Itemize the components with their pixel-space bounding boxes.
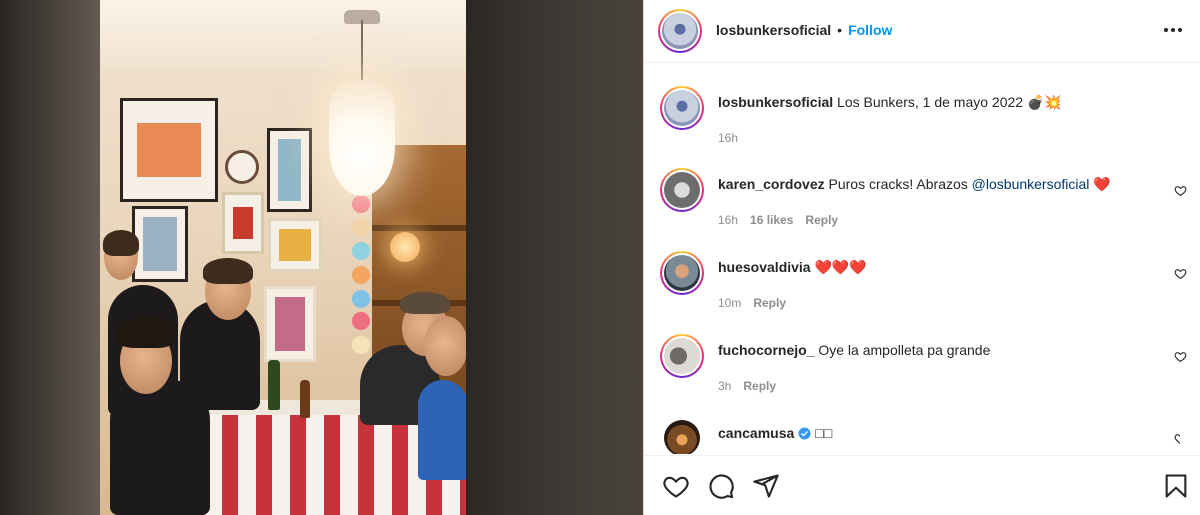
author-avatar[interactable] — [658, 9, 702, 53]
ceiling — [100, 0, 468, 70]
post-header: losbunkersoficial • Follow — [644, 0, 1200, 63]
wall-clock — [225, 150, 259, 184]
caption-time[interactable]: 16h — [718, 131, 738, 145]
doorframe-left — [0, 0, 110, 515]
comment-emoji: ❤️ — [1093, 176, 1111, 192]
comment-avatar[interactable] — [664, 420, 700, 454]
reply-button[interactable]: Reply — [805, 213, 838, 227]
heart-icon[interactable] — [1174, 267, 1187, 280]
post-caption: losbunkersoficial Los Bunkers, 1 de mayo… — [660, 86, 1180, 146]
heart-icon[interactable] — [1174, 432, 1180, 445]
action-bar — [644, 455, 1200, 515]
wine-bottle — [268, 360, 280, 410]
post-photo[interactable] — [0, 0, 643, 515]
wall-frame — [222, 192, 264, 254]
wall-frame — [120, 98, 218, 202]
person-hair — [400, 292, 450, 314]
person — [110, 380, 210, 515]
reply-button[interactable]: Reply — [743, 379, 776, 393]
shelf-board — [372, 225, 466, 231]
person-hair — [103, 230, 139, 256]
comment-item: fuchocornejo_ Oye la ampolleta pa grande… — [660, 334, 1187, 396]
comment-text: Puros cracks! Abrazos — [828, 176, 968, 192]
follow-button[interactable]: Follow — [848, 22, 892, 38]
heart-icon[interactable] — [1174, 350, 1187, 363]
caption-avatar[interactable] — [660, 86, 704, 130]
string-light — [352, 218, 370, 236]
lamp — [390, 232, 420, 262]
string-light — [352, 266, 370, 284]
giant-lightbulb — [329, 80, 395, 196]
comment-time[interactable]: 10m — [718, 296, 741, 310]
comment-likes[interactable]: 16 likes — [750, 213, 793, 227]
share-icon[interactable] — [752, 472, 780, 500]
comment-avatar[interactable] — [660, 168, 704, 212]
comment-avatar[interactable] — [660, 251, 704, 295]
string-light — [352, 195, 370, 213]
comment-username[interactable]: fuchocornejo_ — [718, 342, 814, 358]
bulb-cord — [361, 20, 363, 85]
comment-time[interactable]: 16h — [718, 213, 738, 227]
bookmark-icon[interactable] — [1162, 472, 1190, 500]
comment-username[interactable]: huesovaldivia — [718, 259, 811, 275]
wall-frame — [264, 286, 316, 362]
separator-dot: • — [837, 22, 843, 38]
post-side-panel: losbunkersoficial • Follow losbunkersofi… — [643, 0, 1200, 515]
person-hair — [203, 258, 253, 284]
wall-frame — [132, 206, 188, 282]
person — [418, 380, 468, 480]
string-light — [352, 312, 370, 330]
comment-item: huesovaldivia ❤️❤️❤️ 10m Reply — [660, 251, 1187, 313]
string-light — [352, 242, 370, 260]
comment-mention[interactable]: @losbunkersoficial — [972, 176, 1090, 192]
bottle — [300, 380, 310, 418]
reply-button[interactable]: Reply — [753, 296, 786, 310]
comment-item: karen_cordovez Puros cracks! Abrazos @lo… — [660, 168, 1187, 230]
comment-avatar[interactable] — [660, 334, 704, 378]
comment-item: cancamusa □□ — [660, 418, 1180, 454]
string-light — [352, 336, 370, 354]
caption-username[interactable]: losbunkersoficial — [718, 94, 833, 110]
comment-time[interactable]: 3h — [718, 379, 731, 393]
comment-text: ❤️❤️❤️ — [814, 259, 867, 275]
caption-emojis: 💣💥 — [1026, 94, 1062, 110]
author-username[interactable]: losbunkersoficial — [716, 22, 831, 38]
wall-frame — [267, 128, 312, 212]
more-icon[interactable] — [1161, 22, 1185, 38]
comment-icon[interactable] — [707, 472, 735, 500]
heart-icon[interactable] — [662, 472, 690, 500]
verified-badge-icon — [798, 427, 811, 439]
wall-frame — [268, 218, 322, 272]
comment-username[interactable]: karen_cordovez — [718, 176, 825, 192]
string-light — [352, 290, 370, 308]
comment-username[interactable]: cancamusa — [718, 424, 794, 442]
person-hair — [116, 316, 176, 348]
doorframe-right — [466, 0, 643, 515]
comment-text: Oye la ampolleta pa grande — [818, 342, 991, 358]
comment-text: □□ — [815, 425, 833, 441]
heart-icon[interactable] — [1174, 184, 1187, 197]
person-head — [424, 316, 468, 376]
caption-text: Los Bunkers, 1 de mayo 2022 — [837, 94, 1024, 110]
